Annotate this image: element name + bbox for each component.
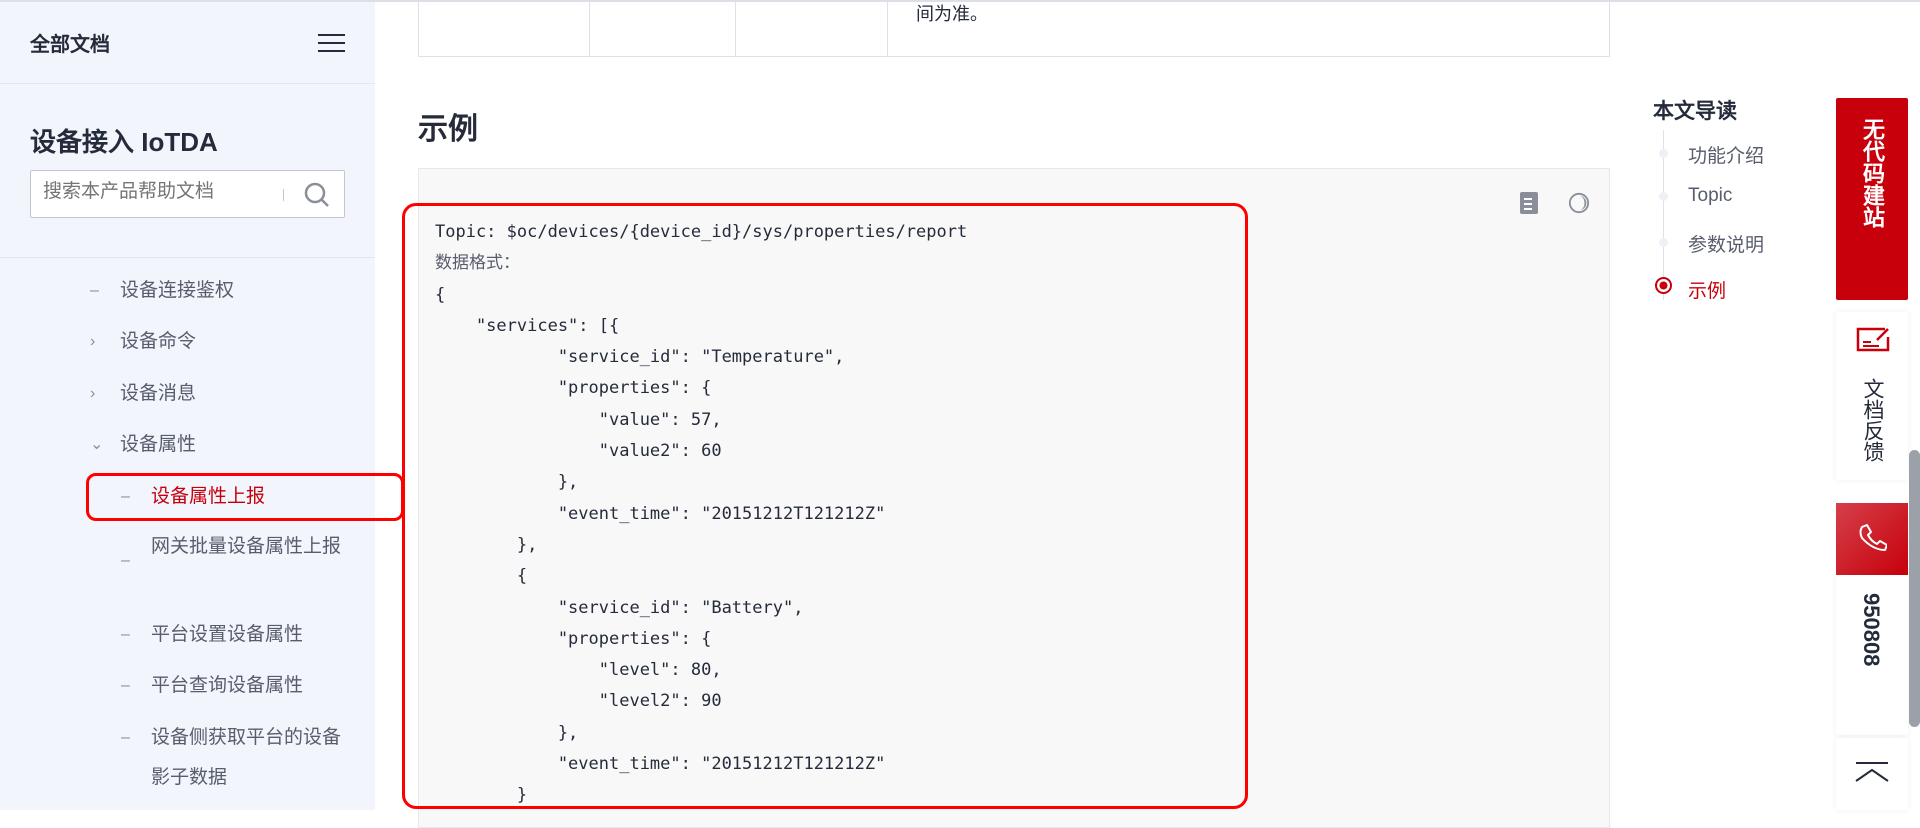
toc-item-example[interactable]: 示例 xyxy=(1688,276,1726,303)
toc-active-dot-icon xyxy=(1655,277,1672,294)
table-cell-text: 间为准。 xyxy=(916,4,988,24)
chevron-down-icon: ⌄ xyxy=(90,436,104,453)
highlight-annotation xyxy=(86,473,404,521)
lowcode-label: 无代码建站 xyxy=(1860,118,1885,228)
dash-icon: – xyxy=(90,282,99,299)
search-box[interactable] xyxy=(30,170,345,218)
dash-icon: – xyxy=(121,626,130,643)
nav-label: 平台查询设备属性 xyxy=(151,675,304,696)
product-title: 设备接入 IoTDA xyxy=(30,127,218,157)
search-separator xyxy=(283,189,284,201)
nav-item-properties[interactable]: ⌄ 设备属性 xyxy=(90,432,197,458)
phone-number: 950808 xyxy=(1859,593,1884,667)
search-input[interactable] xyxy=(43,181,283,203)
toc-dot xyxy=(1659,149,1668,158)
chevron-right-icon: › xyxy=(90,333,96,350)
feedback-edit-icon xyxy=(1856,327,1890,352)
nav-label: 设备消息 xyxy=(120,383,197,404)
lowcode-site-button[interactable]: 无代码建站 xyxy=(1836,98,1908,300)
toc-dot xyxy=(1659,192,1668,201)
nav-subitem-query[interactable]: – 平台查询设备属性 xyxy=(121,673,304,699)
toc-item-params[interactable]: 参数说明 xyxy=(1688,230,1764,257)
section-title: 示例 xyxy=(418,113,478,146)
nav-label: 平台设置设备属性 xyxy=(151,624,304,645)
chevron-right-icon: › xyxy=(90,385,96,402)
nav-label: 设备连接鉴权 xyxy=(120,280,235,301)
params-table-tail: 间为准。 xyxy=(418,2,1610,57)
feedback-label: 文档反馈 xyxy=(1861,378,1884,462)
phone-button[interactable] xyxy=(1836,503,1908,575)
nav-label: 设备属性 xyxy=(120,434,197,455)
menu-icon[interactable] xyxy=(318,34,345,52)
code-highlight-annotation xyxy=(402,203,1248,809)
back-to-top-button[interactable] xyxy=(1836,738,1908,810)
table-cell-border xyxy=(735,2,736,57)
sidebar-divider xyxy=(0,257,375,258)
toc-title: 本文导读 xyxy=(1653,100,1737,123)
sidebar-header: 全部文档 xyxy=(0,2,375,84)
back-to-top-icon xyxy=(1855,762,1889,782)
nav-subitem-gateway-report[interactable]: – 网关批量设备属性上报 xyxy=(121,534,351,569)
nav-label: 设备侧获取平台的设备影子数据 xyxy=(151,727,342,788)
table-cell-border xyxy=(589,2,590,57)
search-icon[interactable] xyxy=(303,181,331,209)
theme-toggle-icon[interactable] xyxy=(1568,191,1590,215)
toc-item-intro[interactable]: 功能介绍 xyxy=(1688,141,1764,168)
dash-icon: – xyxy=(121,729,130,746)
phone-icon xyxy=(1859,524,1887,551)
nav-item-commands[interactable]: › 设备命令 xyxy=(90,329,197,355)
doc-feedback-button[interactable]: 文档反馈 xyxy=(1836,312,1908,480)
nav-subitem-shadow[interactable]: – 设备侧获取平台的设备影子数据 xyxy=(121,718,351,798)
dash-icon: – xyxy=(121,552,130,569)
all-docs-title[interactable]: 全部文档 xyxy=(30,28,110,57)
nav-item-auth[interactable]: – 设备连接鉴权 xyxy=(90,278,235,304)
nav-label: 网关批量设备属性上报 xyxy=(151,536,342,557)
nav-item-messages[interactable]: › 设备消息 xyxy=(90,381,197,407)
phone-number-panel: 950808 xyxy=(1836,575,1908,735)
sidebar: 全部文档 设备接入 IoTDA – 设备连接鉴权 › 设备命令 › 设备消息 ⌄ 设备属… xyxy=(0,2,375,810)
scrollbar-thumb[interactable] xyxy=(1909,450,1920,727)
dash-icon: – xyxy=(121,677,130,694)
nav-label: 设备命令 xyxy=(120,331,197,352)
toc-dot xyxy=(1659,238,1668,247)
toc-item-topic[interactable]: Topic xyxy=(1688,185,1732,207)
table-cell-border xyxy=(887,2,888,57)
copy-doc-icon[interactable] xyxy=(1518,191,1540,215)
nav-subitem-set[interactable]: – 平台设置设备属性 xyxy=(121,622,304,648)
